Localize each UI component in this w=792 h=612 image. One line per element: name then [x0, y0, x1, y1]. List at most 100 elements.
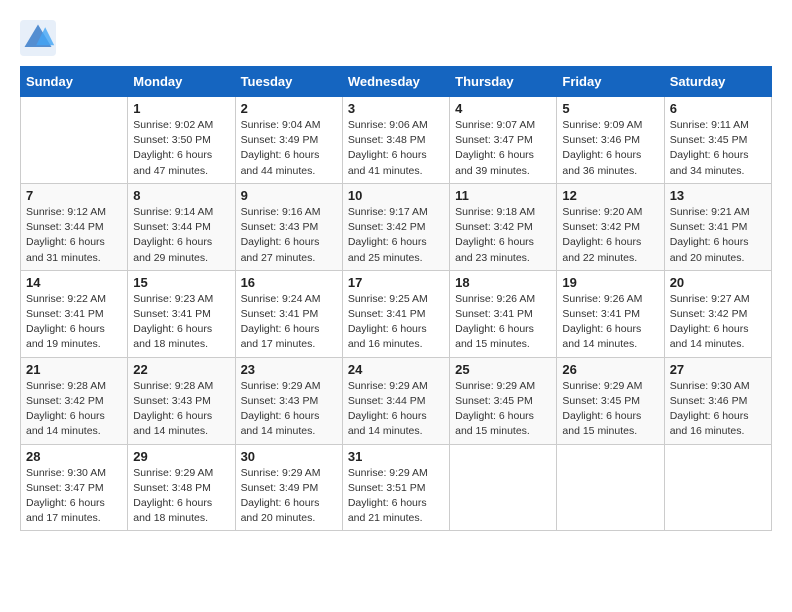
day-info: Sunrise: 9:18 AMSunset: 3:42 PMDaylight:… — [455, 205, 551, 266]
day-info: Sunrise: 9:17 AMSunset: 3:42 PMDaylight:… — [348, 205, 444, 266]
day-info: Sunrise: 9:30 AMSunset: 3:47 PMDaylight:… — [26, 466, 122, 527]
day-number: 4 — [455, 101, 551, 116]
day-info: Sunrise: 9:12 AMSunset: 3:44 PMDaylight:… — [26, 205, 122, 266]
calendar-week-2: 7 Sunrise: 9:12 AMSunset: 3:44 PMDaylight… — [21, 183, 772, 270]
calendar-cell: 4Sunrise: 9:07 AMSunset: 3:47 PMDaylight… — [450, 97, 557, 184]
col-header-friday: Friday — [557, 67, 664, 97]
calendar-cell: 24 Sunrise: 9:29 AMSunset: 3:44 PMDayligh… — [342, 357, 449, 444]
logo-icon — [20, 20, 56, 56]
calendar-cell: 18 Sunrise: 9:26 AMSunset: 3:41 PMDayligh… — [450, 270, 557, 357]
day-number: 14 — [26, 275, 122, 290]
calendar-cell: 29Sunrise: 9:29 AMSunset: 3:48 PMDayligh… — [128, 444, 235, 531]
day-number: 24 — [348, 362, 444, 377]
day-number: 11 — [455, 188, 551, 203]
calendar-cell — [450, 444, 557, 531]
calendar-cell: 20 Sunrise: 9:27 AMSunset: 3:42 PMDayligh… — [664, 270, 771, 357]
logo — [20, 20, 58, 56]
day-info: Sunrise: 9:29 AMSunset: 3:51 PMDaylight:… — [348, 466, 444, 527]
calendar-week-3: 14 Sunrise: 9:22 AMSunset: 3:41 PMDayligh… — [21, 270, 772, 357]
day-number: 12 — [562, 188, 658, 203]
calendar-cell — [664, 444, 771, 531]
day-number: 7 — [26, 188, 122, 203]
day-number: 19 — [562, 275, 658, 290]
day-number: 18 — [455, 275, 551, 290]
calendar-cell: 26 Sunrise: 9:29 AMSunset: 3:45 PMDayligh… — [557, 357, 664, 444]
day-number: 13 — [670, 188, 766, 203]
day-number: 29 — [133, 449, 229, 464]
day-info: Sunrise: 9:11 AMSunset: 3:45 PMDaylight:… — [670, 118, 766, 179]
calendar-cell: 3 Sunrise: 9:06 AMSunset: 3:48 PMDaylight… — [342, 97, 449, 184]
col-header-thursday: Thursday — [450, 67, 557, 97]
col-header-saturday: Saturday — [664, 67, 771, 97]
col-header-sunday: Sunday — [21, 67, 128, 97]
page-header — [20, 20, 772, 56]
day-info: Sunrise: 9:30 AMSunset: 3:46 PMDaylight:… — [670, 379, 766, 440]
calendar-cell: 9Sunrise: 9:16 AMSunset: 3:43 PMDaylight… — [235, 183, 342, 270]
day-info: Sunrise: 9:29 AMSunset: 3:44 PMDaylight:… — [348, 379, 444, 440]
day-number: 27 — [670, 362, 766, 377]
day-info: Sunrise: 9:29 AMSunset: 3:45 PMDaylight:… — [562, 379, 658, 440]
calendar-cell: 30 Sunrise: 9:29 AMSunset: 3:49 PMDayligh… — [235, 444, 342, 531]
calendar-cell: 17Sunrise: 9:25 AMSunset: 3:41 PMDayligh… — [342, 270, 449, 357]
day-info: Sunrise: 9:26 AMSunset: 3:41 PMDaylight:… — [562, 292, 658, 353]
day-number: 28 — [26, 449, 122, 464]
day-number: 26 — [562, 362, 658, 377]
calendar-cell: 6Sunrise: 9:11 AMSunset: 3:45 PMDaylight… — [664, 97, 771, 184]
calendar-header-row: SundayMondayTuesdayWednesdayThursdayFrid… — [21, 67, 772, 97]
day-number: 21 — [26, 362, 122, 377]
calendar-cell: 13 Sunrise: 9:21 AMSunset: 3:41 PMDayligh… — [664, 183, 771, 270]
calendar-week-4: 21 Sunrise: 9:28 AMSunset: 3:42 PMDayligh… — [21, 357, 772, 444]
calendar-cell: 7 Sunrise: 9:12 AMSunset: 3:44 PMDaylight… — [21, 183, 128, 270]
day-number: 15 — [133, 275, 229, 290]
day-info: Sunrise: 9:22 AMSunset: 3:41 PMDaylight:… — [26, 292, 122, 353]
day-info: Sunrise: 9:23 AMSunset: 3:41 PMDaylight:… — [133, 292, 229, 353]
day-number: 16 — [241, 275, 337, 290]
day-number: 3 — [348, 101, 444, 116]
day-info: Sunrise: 9:04 AMSunset: 3:49 PMDaylight:… — [241, 118, 337, 179]
day-info: Sunrise: 9:06 AMSunset: 3:48 PMDaylight:… — [348, 118, 444, 179]
day-number: 25 — [455, 362, 551, 377]
calendar-cell: 23 Sunrise: 9:29 AMSunset: 3:43 PMDayligh… — [235, 357, 342, 444]
day-number: 23 — [241, 362, 337, 377]
calendar-cell: 1Sunrise: 9:02 AMSunset: 3:50 PMDaylight… — [128, 97, 235, 184]
calendar-cell: 15 Sunrise: 9:23 AMSunset: 3:41 PMDayligh… — [128, 270, 235, 357]
day-info: Sunrise: 9:28 AMSunset: 3:43 PMDaylight:… — [133, 379, 229, 440]
calendar-cell: 28 Sunrise: 9:30 AMSunset: 3:47 PMDayligh… — [21, 444, 128, 531]
day-info: Sunrise: 9:24 AMSunset: 3:41 PMDaylight:… — [241, 292, 337, 353]
calendar-cell: 19 Sunrise: 9:26 AMSunset: 3:41 PMDayligh… — [557, 270, 664, 357]
day-info: Sunrise: 9:02 AMSunset: 3:50 PMDaylight:… — [133, 118, 229, 179]
day-number: 22 — [133, 362, 229, 377]
calendar-cell: 11 Sunrise: 9:18 AMSunset: 3:42 PMDayligh… — [450, 183, 557, 270]
day-number: 5 — [562, 101, 658, 116]
day-info: Sunrise: 9:14 AMSunset: 3:44 PMDaylight:… — [133, 205, 229, 266]
day-info: Sunrise: 9:16 AMSunset: 3:43 PMDaylight:… — [241, 205, 337, 266]
day-number: 8 — [133, 188, 229, 203]
calendar-cell — [557, 444, 664, 531]
calendar-cell: 31 Sunrise: 9:29 AMSunset: 3:51 PMDayligh… — [342, 444, 449, 531]
calendar-cell — [21, 97, 128, 184]
calendar-cell: 27 Sunrise: 9:30 AMSunset: 3:46 PMDayligh… — [664, 357, 771, 444]
calendar-cell: 21 Sunrise: 9:28 AMSunset: 3:42 PMDayligh… — [21, 357, 128, 444]
day-info: Sunrise: 9:21 AMSunset: 3:41 PMDaylight:… — [670, 205, 766, 266]
day-info: Sunrise: 9:09 AMSunset: 3:46 PMDaylight:… — [562, 118, 658, 179]
calendar-cell: 5 Sunrise: 9:09 AMSunset: 3:46 PMDaylight… — [557, 97, 664, 184]
day-info: Sunrise: 9:26 AMSunset: 3:41 PMDaylight:… — [455, 292, 551, 353]
day-info: Sunrise: 9:20 AMSunset: 3:42 PMDaylight:… — [562, 205, 658, 266]
calendar-cell: 25 Sunrise: 9:29 AMSunset: 3:45 PMDayligh… — [450, 357, 557, 444]
calendar-week-1: 1Sunrise: 9:02 AMSunset: 3:50 PMDaylight… — [21, 97, 772, 184]
day-number: 2 — [241, 101, 337, 116]
day-info: Sunrise: 9:29 AMSunset: 3:43 PMDaylight:… — [241, 379, 337, 440]
day-info: Sunrise: 9:28 AMSunset: 3:42 PMDaylight:… — [26, 379, 122, 440]
day-info: Sunrise: 9:27 AMSunset: 3:42 PMDaylight:… — [670, 292, 766, 353]
calendar-week-5: 28 Sunrise: 9:30 AMSunset: 3:47 PMDayligh… — [21, 444, 772, 531]
calendar-cell: 14 Sunrise: 9:22 AMSunset: 3:41 PMDayligh… — [21, 270, 128, 357]
day-info: Sunrise: 9:29 AMSunset: 3:49 PMDaylight:… — [241, 466, 337, 527]
col-header-wednesday: Wednesday — [342, 67, 449, 97]
day-number: 17 — [348, 275, 444, 290]
day-number: 20 — [670, 275, 766, 290]
day-number: 31 — [348, 449, 444, 464]
day-number: 30 — [241, 449, 337, 464]
calendar-cell: 8 Sunrise: 9:14 AMSunset: 3:44 PMDaylight… — [128, 183, 235, 270]
calendar-cell: 2 Sunrise: 9:04 AMSunset: 3:49 PMDaylight… — [235, 97, 342, 184]
day-info: Sunrise: 9:29 AMSunset: 3:45 PMDaylight:… — [455, 379, 551, 440]
